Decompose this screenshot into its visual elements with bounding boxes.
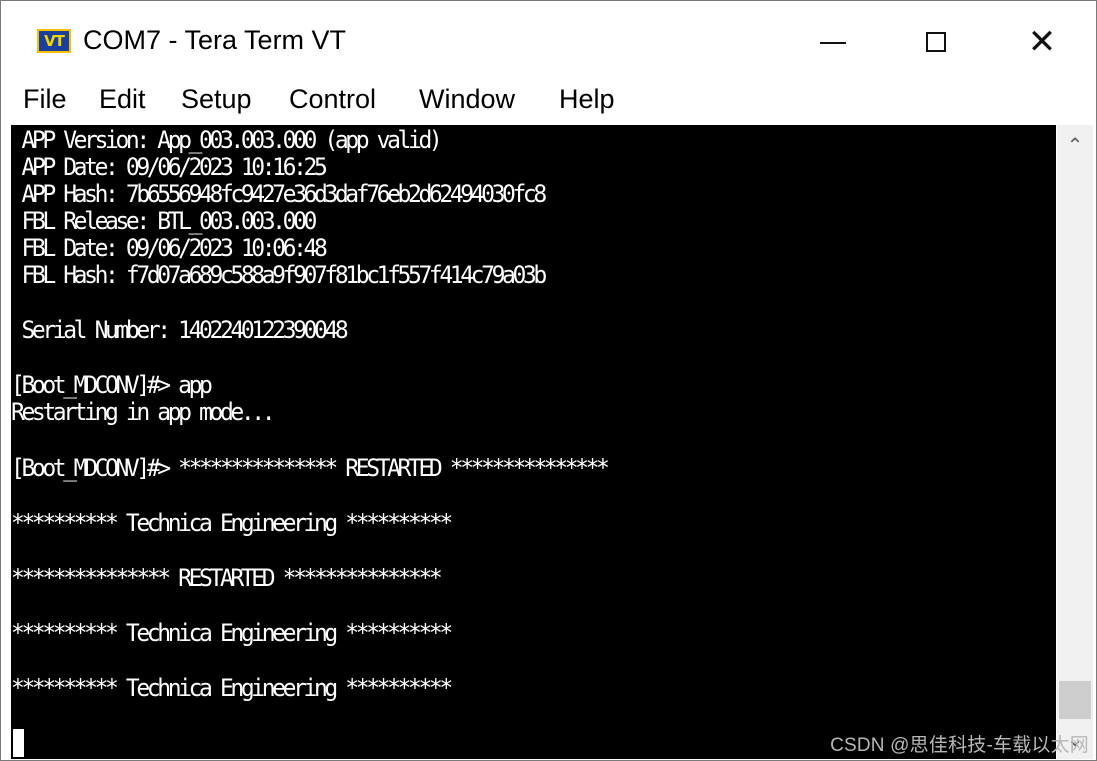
menu-bar: File Edit Setup Control Window Help [1,81,1096,123]
window-title: COM7 - Tera Term VT [83,25,347,55]
title-bar[interactable]: VT COM7 - Tera Term VT ✕ [1,1,1096,81]
terminal-line: [Boot_MDCONV]#> *************** RESTARTE… [11,455,610,483]
menu-file[interactable]: File [23,81,67,117]
close-icon: ✕ [1027,22,1057,62]
menu-window[interactable]: Window [419,81,515,117]
terminal-line: APP Hash: 7b6556948fc9427e36d3daf76eb2d6… [11,181,547,209]
maximize-icon [926,32,946,52]
terminal-line: ********** Technica Engineering ********… [11,620,453,648]
terminal-cursor [13,729,24,757]
tera-term-window: VT COM7 - Tera Term VT ✕ File Edit Setup… [0,0,1097,761]
menu-help[interactable]: Help [559,81,615,117]
menu-edit[interactable]: Edit [99,81,146,117]
terminal-line: *************** RESTARTED **************… [11,565,443,593]
minimize-button[interactable] [793,15,873,69]
terminal-line: Serial Number: 1402240122390048 [11,317,348,345]
terminal-line: FBL Date: 09/06/2023 10:06:48 [11,235,327,263]
scroll-thumb[interactable] [1059,681,1091,719]
close-button[interactable]: ✕ [1002,15,1082,69]
terminal-line: FBL Release: BTL_003.003.000 [11,208,317,236]
terminal-line: Restarting in app mode... [11,399,276,427]
tera-term-app-icon[interactable]: VT [37,29,71,53]
minimize-icon [820,42,846,44]
scroll-up-button[interactable]: ⌃ [1057,125,1093,165]
menu-setup[interactable]: Setup [181,81,252,117]
terminal-line: APP Version: App_003.003.000 (app valid) [11,127,442,155]
terminal-line: FBL Hash: f7d07a689c588a9f907f81bc1f557f… [11,262,547,290]
maximize-button[interactable] [896,15,976,69]
terminal-line: APP Date: 09/06/2023 10:16:25 [11,154,327,182]
terminal-line: ********** Technica Engineering ********… [11,510,453,538]
csdn-watermark: CSDN @思佳科技-车载以太网 [830,735,1089,756]
terminal-output[interactable]: APP Version: App_003.003.000 (app valid)… [11,125,1056,759]
menu-control[interactable]: Control [289,81,376,117]
terminal-line: ********** Technica Engineering ********… [11,675,453,703]
vertical-scrollbar[interactable]: ⌃ ⌄ [1057,125,1093,759]
terminal-line: [Boot_MDCONV]#> app [11,372,213,400]
chevron-up-icon: ⌃ [1066,133,1084,157]
